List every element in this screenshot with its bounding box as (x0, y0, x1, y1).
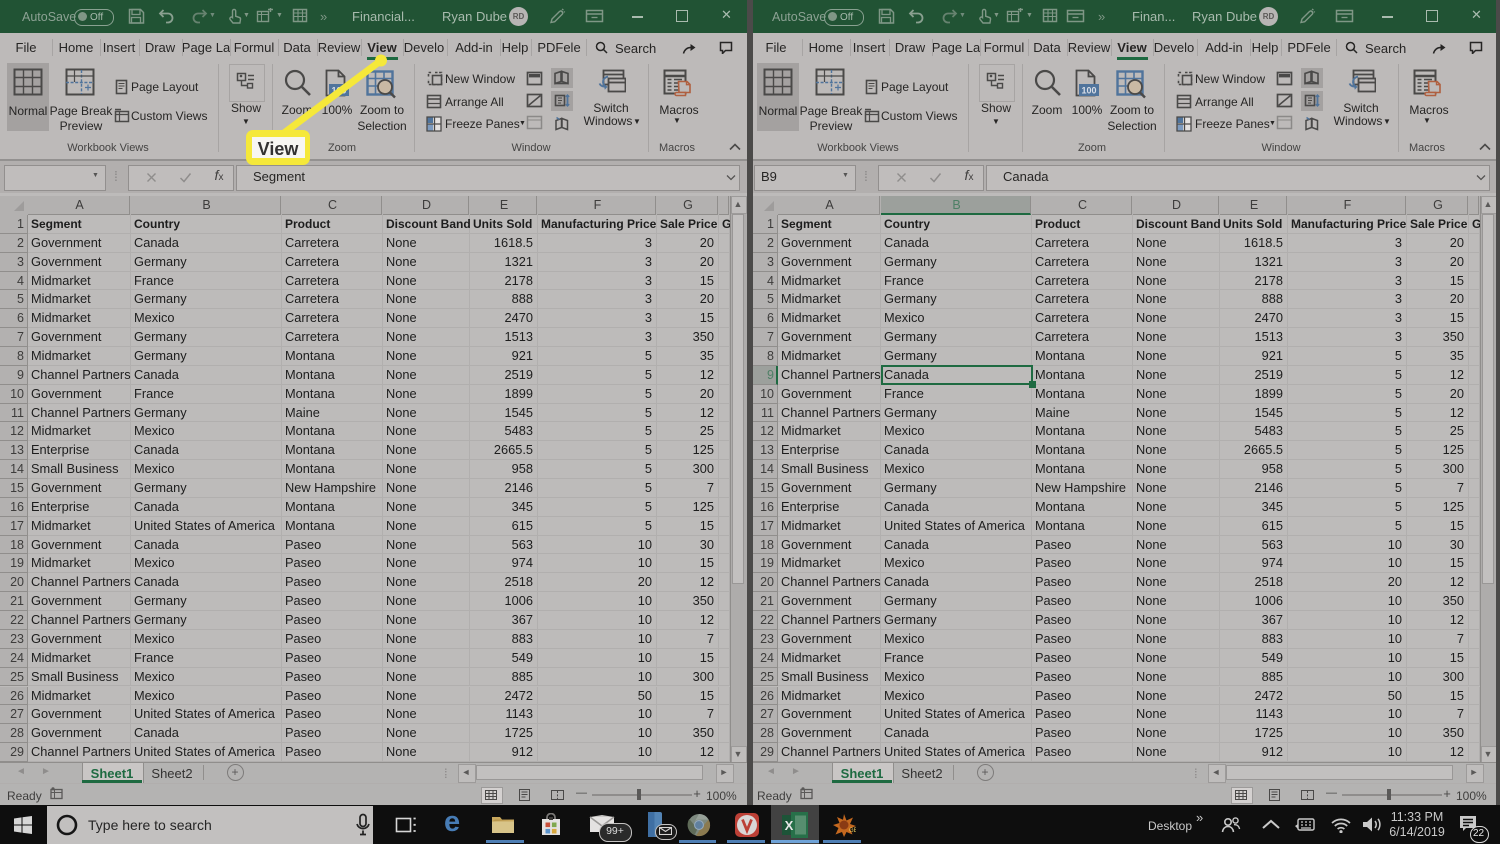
svg-text:100: 100 (1081, 86, 1096, 96)
svg-text:GE: GE (849, 828, 856, 834)
svg-text:X: X (785, 818, 794, 833)
